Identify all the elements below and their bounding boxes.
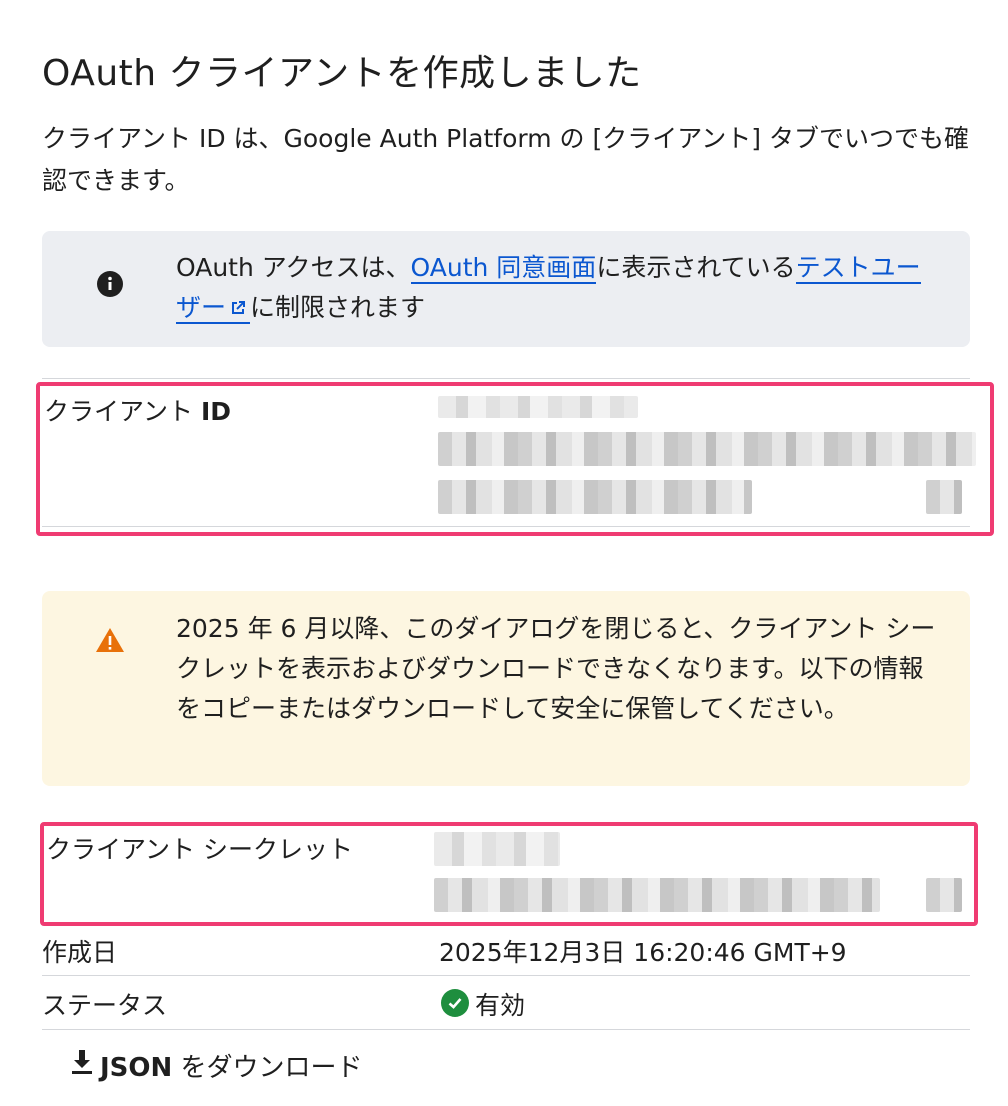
external-link-icon — [228, 290, 248, 330]
client-id-highlight — [36, 382, 994, 536]
oauth-consent-link[interactable]: OAuth 同意画面 — [410, 253, 597, 284]
created-date-label: 作成日 — [42, 938, 118, 967]
check-circle-icon — [441, 989, 469, 1017]
info-icon — [97, 271, 123, 297]
client-secret-highlight — [40, 822, 978, 926]
divider — [42, 975, 970, 976]
download-json-label: JSON — [100, 1052, 173, 1083]
info-notice-text: OAuth アクセスは、OAuth 同意画面に表示されているテストユーザー に制限… — [176, 248, 936, 330]
dialog-title: OAuth クライアントを作成しました — [42, 53, 642, 94]
divider — [42, 1029, 970, 1030]
created-date-value: 2025年12月3日 16:20:46 GMT+9 — [439, 938, 847, 967]
info-text-after: に制限されます — [250, 293, 426, 322]
status-value: 有効 — [475, 991, 526, 1020]
dialog-description: クライアント ID は、Google Auth Platform の [クライア… — [42, 124, 969, 195]
warning-icon — [95, 627, 125, 657]
info-text-middle: に表示されている — [596, 253, 796, 282]
divider — [42, 378, 970, 379]
warning-notice-text: 2025 年 6 月以降、このダイアログを閉じると、クライアント シークレットを… — [176, 614, 936, 723]
download-icon — [70, 1048, 94, 1083]
info-text-before: OAuth アクセスは、 — [176, 253, 411, 282]
download-json-button[interactable]: JSON をダウンロード — [70, 1046, 363, 1084]
download-suffix-label: をダウンロード — [172, 1052, 363, 1083]
status-label: ステータス — [42, 991, 168, 1020]
